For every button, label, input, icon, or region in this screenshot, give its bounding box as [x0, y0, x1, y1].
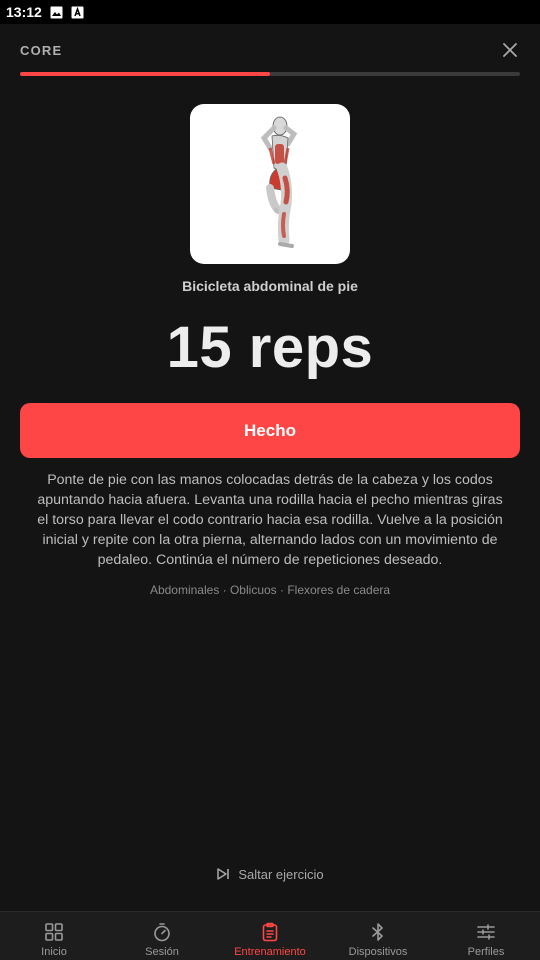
nav-item-dispositivos[interactable]: Dispositivos — [324, 912, 432, 960]
nav-item-perfiles[interactable]: Perfiles — [432, 912, 540, 960]
exercise-description: Ponte de pie con las manos colocadas det… — [37, 472, 503, 568]
done-button[interactable]: Hecho — [20, 403, 520, 458]
exercise-illustration — [190, 104, 350, 264]
clipboard-icon — [259, 921, 281, 943]
exercise-figure-image — [260, 116, 298, 248]
nav-item-entrenamiento[interactable]: Entrenamiento — [216, 912, 324, 960]
exercise-name: Bicicleta abdominal de pie — [182, 278, 358, 294]
nav-label: Inicio — [41, 946, 67, 958]
reps-count: 15 reps — [166, 315, 374, 380]
section-title: CORE — [20, 42, 63, 58]
close-icon — [503, 43, 517, 57]
nav-label: Sesión — [145, 946, 179, 958]
stopwatch-icon — [151, 921, 173, 943]
sliders-icon — [475, 921, 497, 943]
nav-label: Dispositivos — [348, 946, 408, 958]
skip-exercise-label: Saltar ejercicio — [238, 866, 324, 882]
close-button[interactable] — [500, 40, 520, 60]
skip-next-icon — [217, 868, 230, 880]
image-icon — [50, 6, 63, 19]
progress-fill — [20, 72, 270, 76]
font-icon — [71, 6, 84, 19]
skip-exercise-button[interactable]: Saltar ejercicio — [0, 864, 540, 884]
status-bar: 13:12 — [0, 0, 540, 24]
nav-item-sesion[interactable]: Sesión — [108, 912, 216, 960]
status-time: 13:12 — [6, 4, 42, 20]
nav-item-inicio[interactable]: Inicio — [0, 912, 108, 960]
nav-label: Entrenamiento — [234, 946, 306, 958]
nav-label: Perfiles — [467, 946, 505, 958]
bluetooth-icon — [367, 921, 389, 943]
workout-progress-bar — [20, 72, 520, 76]
workout-header: CORE — [20, 36, 520, 64]
target-muscles: Abdominales · Oblicuos · Flexores de cad… — [149, 583, 391, 597]
bottom-navigation: Inicio Sesión Entrenamiento Dispositivos… — [0, 911, 540, 960]
grid-icon — [43, 921, 65, 943]
